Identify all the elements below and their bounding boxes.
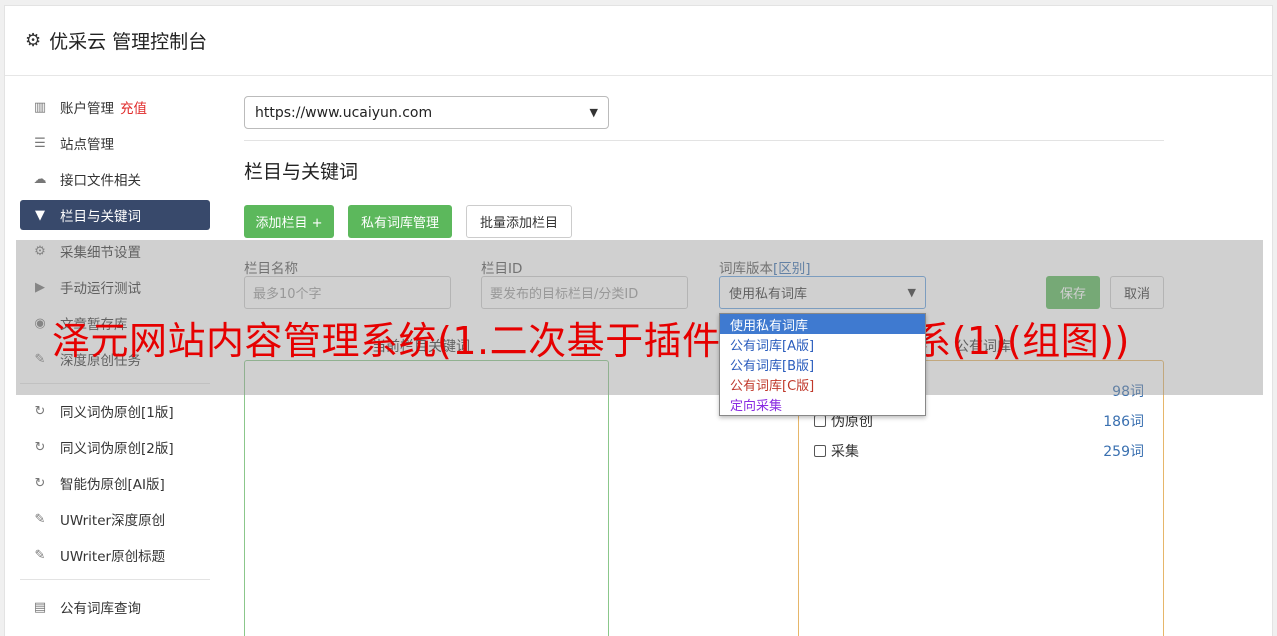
sidebar-item-label: 智能伪原创[AI版] bbox=[60, 477, 165, 493]
dropdown-option[interactable]: 公有词库[A版] bbox=[720, 334, 925, 354]
dropdown-option[interactable]: 定向采集 bbox=[720, 394, 925, 414]
edit-icon: ✎ bbox=[34, 547, 46, 563]
sidebar-item-sites[interactable]: ☰ 站点管理 bbox=[20, 128, 210, 158]
refresh-icon: ↻ bbox=[34, 403, 46, 419]
sidebar-item-uwriter-deep[interactable]: ✎ UWriter深度原创 bbox=[20, 504, 210, 534]
lexicon-count[interactable]: 259词 bbox=[1103, 441, 1144, 461]
recharge-link[interactable]: 充值 bbox=[120, 97, 147, 117]
sidebar-item-label: UWriter深度原创 bbox=[60, 513, 166, 529]
lexicon-count[interactable]: 186词 bbox=[1103, 411, 1144, 431]
edit-icon: ✎ bbox=[34, 511, 46, 527]
sidebar-item-label: 同义词伪原创[2版] bbox=[60, 441, 174, 457]
sidebar-item-label: 账户管理 bbox=[60, 101, 114, 117]
batch-add-column-button[interactable]: 批量添加栏目 bbox=[466, 205, 572, 238]
sidebar-item-label: 接口文件相关 bbox=[60, 173, 141, 189]
column-keywords-panel[interactable] bbox=[244, 360, 609, 636]
site-select-value: https://www.ucaiyun.com bbox=[255, 104, 433, 121]
sidebar-item-label: 栏目与关键词 bbox=[60, 209, 141, 225]
console-header: ⚙ 优采云 管理控制台 bbox=[5, 6, 1272, 76]
sidebar-item-uwriter-title[interactable]: ✎ UWriter原创标题 bbox=[20, 540, 210, 570]
lexicon-checkbox[interactable] bbox=[814, 445, 826, 457]
console-title: 优采云 管理控制台 bbox=[49, 31, 208, 53]
sidebar-item-label: 同义词伪原创[1版] bbox=[60, 405, 174, 421]
sidebar-item-synonym-1[interactable]: ↻ 同义词伪原创[1版] bbox=[20, 396, 210, 426]
sidebar-item-public-lexicon[interactable]: ▤ 公有词库查询 bbox=[20, 592, 210, 622]
lexicon-version-dropdown: 使用私有词库 公有词库[A版] 公有词库[B版] 公有词库[C版] 定向采集 bbox=[719, 313, 926, 416]
lexicon-label: 采集 bbox=[831, 444, 859, 460]
refresh-icon: ↻ bbox=[34, 475, 46, 491]
server-icon: ☰ bbox=[34, 135, 46, 151]
site-select[interactable]: https://www.ucaiyun.com ▼ bbox=[244, 96, 609, 129]
sidebar-item-label: 站点管理 bbox=[60, 137, 114, 153]
lexicon-checkbox[interactable] bbox=[814, 415, 826, 427]
caption-headline: 泽元网站内容管理系统(1.二次基于插件的松耦合体系(1)(组图)) bbox=[52, 319, 1130, 363]
sidebar-divider bbox=[20, 579, 210, 580]
filter-icon: ▼ bbox=[35, 207, 45, 223]
sidebar-item-columns[interactable]: ▼ 栏目与关键词 bbox=[20, 200, 210, 230]
dropdown-option[interactable]: 使用私有词库 bbox=[720, 314, 925, 334]
sidebar-item-label: UWriter原创标题 bbox=[60, 549, 166, 565]
main-divider bbox=[244, 140, 1164, 141]
dropdown-option[interactable]: 公有词库[C版] bbox=[720, 374, 925, 394]
sidebar-item-ai-rewrite[interactable]: ↻ 智能伪原创[AI版] bbox=[20, 468, 210, 498]
bar-chart-icon: ▥ bbox=[33, 99, 47, 115]
private-lexicon-button[interactable]: 私有词库管理 bbox=[348, 205, 452, 238]
cloud-upload-icon: ☁ bbox=[33, 171, 47, 187]
gear-icon: ⚙ bbox=[25, 30, 42, 51]
dropdown-option[interactable]: 公有词库[B版] bbox=[720, 354, 925, 374]
refresh-icon: ↻ bbox=[34, 439, 46, 455]
book-icon: ▤ bbox=[33, 599, 47, 615]
lexicon-row[interactable]: 采集 259词 bbox=[814, 441, 1144, 461]
add-column-button[interactable]: 添加栏目 + bbox=[244, 205, 334, 238]
chevron-down-icon: ▼ bbox=[589, 106, 598, 119]
sidebar-item-interface[interactable]: ☁ 接口文件相关 bbox=[20, 164, 210, 194]
page-title: 栏目与关键词 bbox=[244, 161, 359, 183]
sidebar-item-synonym-2[interactable]: ↻ 同义词伪原创[2版] bbox=[20, 432, 210, 462]
sidebar-item-label: 公有词库查询 bbox=[60, 601, 141, 617]
sidebar-item-account[interactable]: ▥ 账户管理 充值 bbox=[20, 92, 210, 122]
